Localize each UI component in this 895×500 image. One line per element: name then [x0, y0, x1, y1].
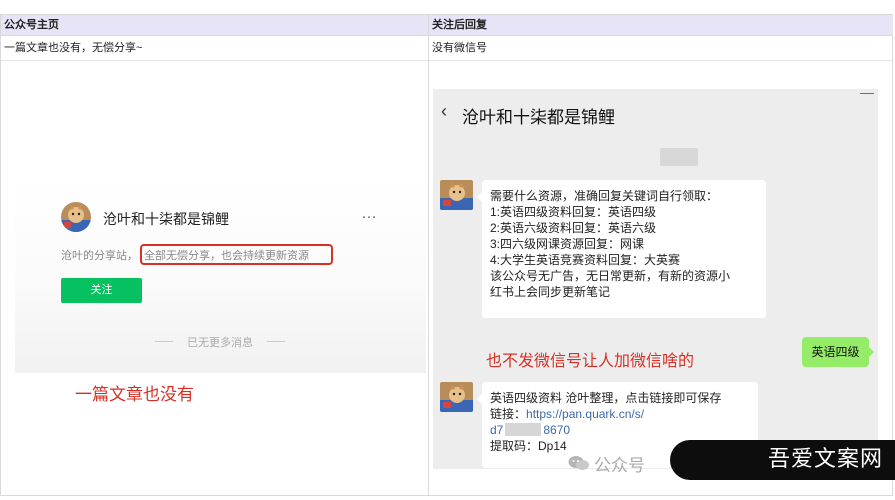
wechat-icon: [568, 455, 590, 471]
reply-line: 1:英语四级资料回复：英语四级: [490, 205, 657, 219]
reply-line: 该公众号无广告，无日常更新，有新的资源小: [490, 269, 731, 283]
sender-avatar[interactable]: [440, 382, 473, 412]
link-code-suffix: 8670: [543, 423, 571, 437]
column-divider: [428, 14, 429, 496]
description-prefix: 沧叶的分享站，: [61, 250, 138, 262]
right-column-note: 没有微信号: [429, 37, 893, 61]
link-line: 链接：https://pan.quark.cn/s/: [490, 406, 750, 422]
highlight-box: [140, 244, 333, 265]
account-name[interactable]: 沧叶和十柒都是锦鲤: [103, 209, 229, 229]
minimize-icon[interactable]: —: [860, 84, 874, 100]
reply-line: 4:大学生英语竞赛资料回复：大英赛: [490, 253, 681, 267]
right-annotation: 也不发微信号让人加微信啥的: [486, 353, 695, 370]
quark-link[interactable]: https://pan.quark.cn/s/: [526, 407, 644, 421]
back-chevron-icon[interactable]: ‹: [441, 101, 447, 122]
reply-line: 3:四六级网课资源回复：网课: [490, 237, 645, 251]
user-message-bubble: 英语四级: [802, 337, 874, 367]
account-avatar[interactable]: [61, 202, 91, 232]
watermark-text: 公众号: [594, 456, 645, 475]
reply-line: 需要什么资源，准确回复关键词自行领取：: [490, 189, 719, 203]
link-code-prefix: d7: [490, 423, 504, 437]
right-column-header: 关注后回复: [429, 15, 893, 36]
blurred-segment: [505, 423, 542, 436]
link-label: 链接：: [490, 407, 527, 421]
reply-line: 红书上会同步更新笔记: [490, 285, 611, 299]
left-column-note: 一篇文章也没有，无偿分享~: [1, 37, 428, 61]
link-code-line[interactable]: d7 8670: [490, 422, 750, 438]
watermark-banner: 吾爱文案网: [670, 440, 895, 480]
follow-button[interactable]: 关注: [61, 278, 142, 303]
reply-line: 2:英语六级资料回复：英语六级: [490, 221, 657, 235]
reply-line: 英语四级资料 沧叶整理，点击链接即可保存: [490, 391, 722, 405]
sender-avatar[interactable]: [440, 180, 473, 210]
cat-avatar-icon: [440, 180, 473, 210]
chat-title: 沧叶和十柒都是锦鲤: [462, 108, 615, 127]
more-options-icon[interactable]: …: [361, 205, 378, 223]
cat-avatar-icon: [440, 382, 473, 412]
no-more-messages: 已无更多消息: [155, 334, 285, 350]
left-annotation: 一篇文章也没有: [75, 385, 194, 404]
timestamp-blurred: [660, 148, 698, 166]
cat-avatar-icon: [61, 202, 91, 232]
auto-reply-bubble: 需要什么资源，准确回复关键词自行领取： 1:英语四级资料回复：英语四级 2:英语…: [477, 180, 766, 318]
left-column-header: 公众号主页: [1, 15, 428, 36]
